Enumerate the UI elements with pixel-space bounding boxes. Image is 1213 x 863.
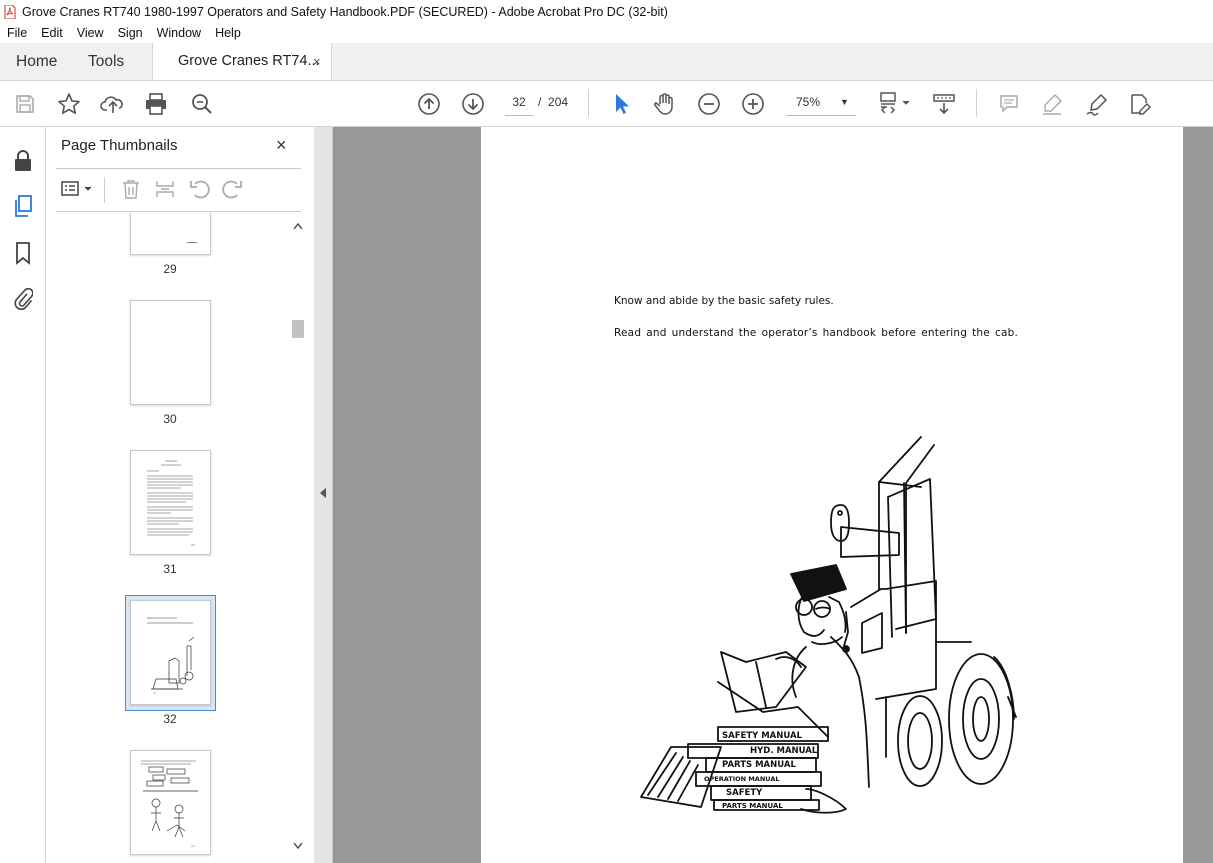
- scroll-down-icon[interactable]: [293, 842, 303, 850]
- close-icon[interactable]: ×: [276, 135, 287, 156]
- thumbnail-label: 29: [163, 262, 177, 276]
- collapse-panel-icon[interactable]: [319, 487, 327, 499]
- menu-edit[interactable]: Edit: [34, 26, 70, 40]
- book-label: SAFETY MANUAL: [722, 731, 803, 741]
- zoom-out-icon[interactable]: [696, 81, 722, 126]
- document-text-line: Know and abide by the basic safety rules…: [614, 295, 834, 307]
- page-count: 204: [548, 95, 569, 109]
- panel-collapse-strip[interactable]: [314, 127, 333, 863]
- save-icon[interactable]: [12, 81, 38, 126]
- edit-pdf-icon[interactable]: [1126, 81, 1154, 126]
- cloud-upload-icon[interactable]: [99, 81, 127, 126]
- divider: [56, 168, 301, 169]
- thumbnail-label: 32: [163, 712, 177, 726]
- highlight-pen-icon[interactable]: [1039, 81, 1065, 126]
- delete-page-icon[interactable]: [120, 177, 142, 201]
- page-thumbnail-29[interactable]: [130, 213, 211, 255]
- insert-page-icon[interactable]: [154, 177, 176, 201]
- toolbar-separator: [976, 89, 977, 117]
- page-thumbnail-30[interactable]: [130, 300, 211, 405]
- menu-view[interactable]: View: [70, 26, 111, 40]
- pdf-page: Know and abide by the basic safety rules…: [481, 127, 1183, 863]
- thumbnail-options-menu[interactable]: [60, 177, 94, 201]
- rotate-clockwise-icon[interactable]: [222, 177, 244, 201]
- rotate-counterclockwise-icon[interactable]: [188, 177, 210, 201]
- zoom-select[interactable]: 75% ▼: [786, 90, 856, 116]
- page-separator: /: [538, 95, 542, 109]
- book-label: OPERATION MANUAL: [704, 775, 780, 783]
- close-tab-icon[interactable]: ×: [313, 43, 321, 80]
- scrolling-mode-icon[interactable]: [930, 81, 958, 126]
- window-title: Grove Cranes RT740 1980-1997 Operators a…: [22, 4, 668, 19]
- divider: [104, 177, 105, 203]
- toolbar-separator: [588, 89, 589, 117]
- page-thumbnail-31[interactable]: [130, 450, 211, 555]
- tab-bar: Home Tools Grove Cranes RT74... ×: [0, 43, 1213, 81]
- chevron-down-icon: ▼: [840, 97, 849, 107]
- page-thumbnails-icon[interactable]: [10, 193, 36, 219]
- menu-bar: File Edit View Sign Window Help: [0, 23, 1213, 43]
- page-thumbnail-32[interactable]: [130, 600, 211, 705]
- tab-home[interactable]: Home: [16, 43, 57, 80]
- tab-tools[interactable]: Tools: [88, 43, 124, 80]
- fit-page-icon[interactable]: [875, 81, 915, 126]
- tab-document[interactable]: Grove Cranes RT74... ×: [152, 43, 332, 80]
- thumbnail-label: 30: [163, 412, 177, 426]
- page-thumbnail-33[interactable]: [130, 750, 211, 855]
- left-navigation-rail: [0, 127, 46, 863]
- menu-help[interactable]: Help: [208, 26, 248, 40]
- scrollbar-thumb[interactable]: [292, 320, 304, 338]
- zoom-in-icon[interactable]: [740, 81, 766, 126]
- document-text-line: Read and understand the operator’s handb…: [614, 327, 1018, 339]
- page-number-input[interactable]: 32: [505, 90, 533, 116]
- paperclip-icon[interactable]: [10, 285, 36, 311]
- hand-tool-icon[interactable]: [651, 81, 679, 126]
- cartoon-illustration: SAFETY MANUAL HYD. MANUAL PARTS MANUAL O…: [640, 436, 1017, 814]
- page-total: / 204: [538, 90, 568, 115]
- menu-sign[interactable]: Sign: [111, 26, 150, 40]
- zoom-value: 75%: [796, 95, 821, 109]
- panel-title: Page Thumbnails: [61, 137, 178, 154]
- menu-file[interactable]: File: [0, 26, 34, 40]
- page-thumbnails-panel: Page Thumbnails × 29 30 31 32: [46, 127, 315, 863]
- star-icon[interactable]: [55, 81, 83, 126]
- document-viewer[interactable]: Know and abide by the basic safety rules…: [333, 127, 1213, 863]
- book-label: HYD. MANUAL: [750, 746, 818, 756]
- book-label: SAFETY: [726, 788, 763, 798]
- zoom-search-icon[interactable]: [188, 81, 216, 126]
- print-icon[interactable]: [142, 81, 170, 126]
- tab-document-label: Grove Cranes RT74...: [178, 53, 320, 69]
- main-toolbar: [0, 81, 1213, 127]
- next-page-icon[interactable]: [460, 81, 486, 126]
- book-label: PARTS MANUAL: [722, 760, 796, 770]
- comment-icon[interactable]: [996, 81, 1022, 126]
- acrobat-app-icon: [4, 4, 16, 19]
- scroll-up-icon[interactable]: [293, 222, 303, 230]
- thumbnail-list: 29 30 31 32: [46, 213, 291, 863]
- thumbnail-scrollbar[interactable]: [291, 218, 305, 858]
- select-arrow-icon[interactable]: [608, 81, 634, 126]
- lock-icon[interactable]: [10, 148, 36, 174]
- previous-page-icon[interactable]: [416, 81, 442, 126]
- bookmark-icon[interactable]: [10, 240, 36, 266]
- title-bar: Grove Cranes RT740 1980-1997 Operators a…: [0, 0, 1213, 23]
- divider: [56, 211, 301, 212]
- fill-sign-icon[interactable]: [1083, 81, 1111, 126]
- book-label: PARTS MANUAL: [722, 802, 783, 810]
- menu-window[interactable]: Window: [150, 26, 208, 40]
- thumbnail-label: 31: [163, 562, 177, 576]
